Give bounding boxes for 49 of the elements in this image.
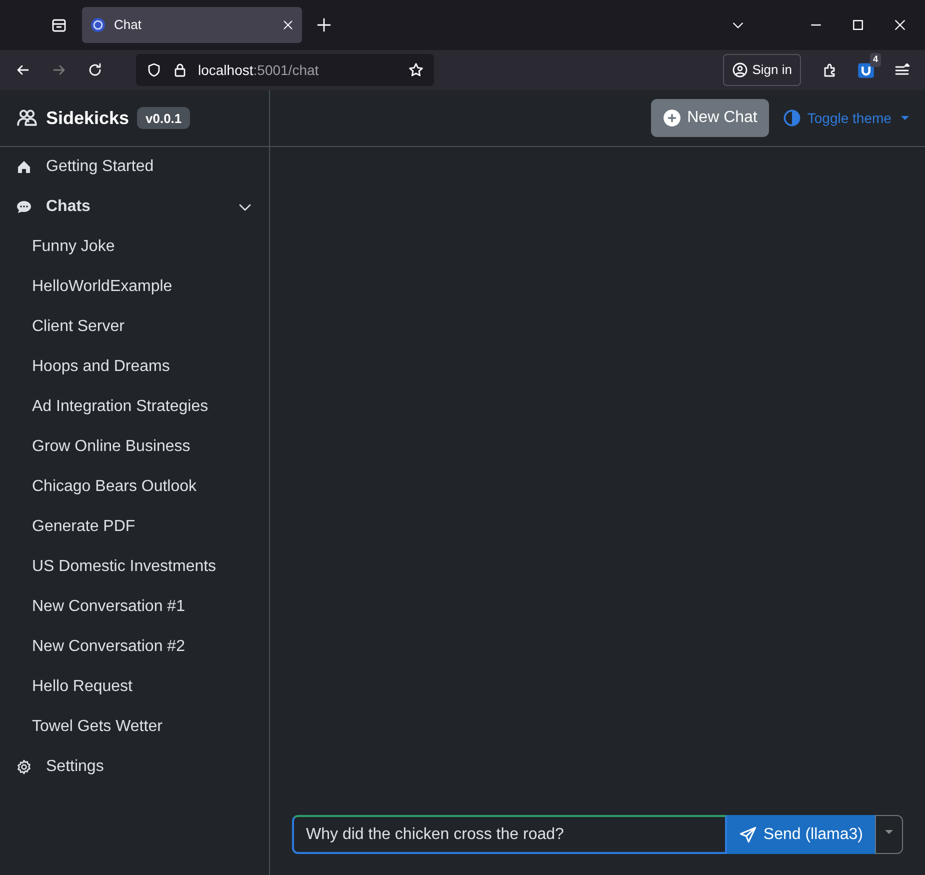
chat-link[interactable]: HelloWorldExample (0, 267, 269, 307)
chat-link[interactable]: Funny Joke (0, 227, 269, 267)
reload-icon[interactable] (87, 62, 103, 78)
chat-link[interactable]: US Domestic Investments (0, 547, 269, 587)
extension-badge: 4 (870, 53, 881, 66)
chat-link[interactable]: Generate PDF (0, 507, 269, 547)
maximize-icon[interactable] (851, 18, 865, 32)
app-name: Sidekicks (46, 106, 130, 130)
url-host: localhost (198, 62, 254, 78)
account-icon (732, 62, 748, 78)
chat-link[interactable]: Chicago Bears Outlook (0, 467, 269, 507)
new-tab-icon[interactable] (316, 17, 332, 33)
tab-list-icon (51, 17, 67, 33)
chat-link[interactable]: Hoops and Dreams (0, 347, 269, 387)
star-icon[interactable] (408, 62, 424, 78)
plus-circle-icon (663, 109, 682, 127)
people-icon (16, 107, 38, 129)
send-icon (739, 826, 758, 844)
chat-link[interactable]: Client Server (0, 307, 269, 347)
chat-link[interactable]: New Conversation #2 (0, 627, 269, 667)
lock-icon (172, 62, 188, 78)
version-badge: v0.0.1 (137, 106, 190, 130)
close-icon[interactable] (893, 18, 907, 32)
message-input[interactable]: Why did the chicken cross the road? (292, 815, 728, 854)
close-icon[interactable] (282, 19, 294, 31)
browser-tab[interactable]: Chat (82, 7, 302, 43)
model-dropdown-button[interactable] (875, 815, 903, 854)
site-icon (90, 17, 106, 33)
home-icon (16, 159, 32, 175)
settings-icon (16, 759, 32, 775)
nav-group[interactable]: Chats (0, 187, 269, 227)
url-path: :5001/chat (253, 62, 319, 78)
send-button[interactable]: Send (llama3) (727, 815, 875, 854)
theme-toggle[interactable]: Toggle theme (783, 108, 909, 128)
chat-link[interactable]: Hello Request (0, 667, 269, 707)
chat-link[interactable]: New Conversation #1 (0, 587, 269, 627)
chat-bubble-icon (16, 199, 32, 215)
magnet-extension-icon[interactable] (857, 61, 875, 79)
nav-link[interactable]: Getting Started (0, 147, 269, 187)
tab-title: Chat (114, 16, 142, 34)
new-chat-button[interactable]: New Chat (651, 99, 770, 137)
nav-link[interactable]: Settings (0, 747, 269, 787)
chat-link[interactable]: Towel Gets Wetter (0, 707, 269, 747)
chat-link[interactable]: Ad Integration Strategies (0, 387, 269, 427)
address-bar[interactable]: localhost:5001/chat (136, 54, 434, 86)
contrast-icon (783, 109, 802, 127)
shield-icon (146, 62, 162, 78)
chat-link[interactable]: Grow Online Business (0, 427, 269, 467)
sign-in-button[interactable]: Sign in (723, 54, 801, 86)
